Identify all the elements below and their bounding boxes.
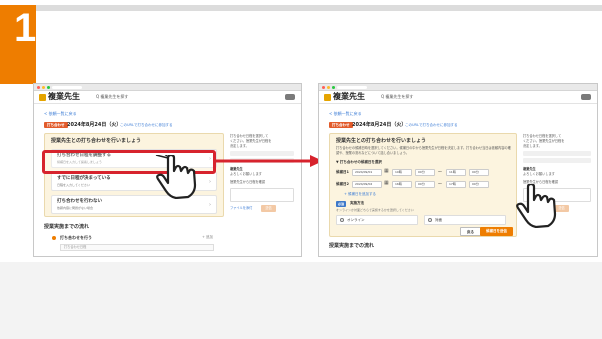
date-tag: 打ち合わせ: [44, 122, 68, 128]
date-text: 2024年8月24日（火）: [352, 122, 407, 128]
step-number: 1: [14, 6, 37, 50]
file-link[interactable]: ファイルを添付: [230, 206, 252, 210]
panel-description: 打ち合わせの候補日時を選択してください。候補日の中から授業先生が日程を決定します…: [336, 146, 511, 155]
radio-offline[interactable]: 対面: [424, 215, 506, 225]
hand-pointer-icon: [516, 184, 557, 228]
flow-section-title: 授業実施までの流れ: [44, 224, 90, 230]
confirm-checkbox[interactable]: 授業先生から日程を確認: [230, 180, 294, 185]
arrow-right-icon: [216, 155, 323, 167]
chevron-right-icon: ›: [209, 202, 211, 208]
calendar-icon[interactable]: ▦: [384, 169, 389, 174]
required-tag: 必須: [336, 201, 347, 207]
from-hour[interactable]: 10時: [392, 169, 412, 176]
join-link[interactable]: このURLで打ち合わせに参加する: [120, 123, 172, 128]
flow-dot: [52, 236, 56, 240]
to-hour[interactable]: 17時: [446, 181, 466, 188]
from-minute[interactable]: 00分: [415, 181, 435, 188]
flow-section-title: 授業実施までの流れ: [329, 243, 375, 249]
panel-title: 授業先生との打ち合わせを行いましょう: [51, 138, 141, 144]
sidebar: 打ち合わせ日程を選択して ください。授業先生が日程を 決定します。 複業先生 よ…: [230, 134, 294, 212]
car-icon[interactable]: [581, 94, 591, 100]
bottom-band: [0, 262, 602, 339]
method-label: 実施方法: [350, 201, 364, 205]
step-badge: 1: [0, 5, 36, 84]
radio-online[interactable]: オンライン: [336, 215, 418, 225]
flow-add-link[interactable]: + 追加: [202, 235, 213, 240]
date-input[interactable]: 2024/09/02: [352, 181, 382, 188]
nav-search-link[interactable]: Q 複業先生を探す: [96, 95, 128, 99]
back-link[interactable]: < 依頼一覧に戻る: [329, 112, 362, 116]
to-minute[interactable]: 00分: [469, 169, 489, 176]
logo-text[interactable]: 複業先生: [333, 93, 365, 101]
send-candidates-button[interactable]: 候補日を送信: [480, 227, 513, 236]
panel-title: 授業先生との打ち合わせを行いましょう: [336, 138, 426, 144]
car-icon[interactable]: [285, 94, 295, 100]
browser-chrome: [34, 84, 301, 91]
flow-item: 打ち合わせを行う: [60, 235, 92, 240]
logo-icon: [39, 94, 46, 101]
date-text: 2024年8月24日（火）: [67, 122, 122, 128]
to-hour[interactable]: 11時: [446, 169, 466, 176]
hand-pointer-icon: [155, 155, 197, 199]
send-button[interactable]: 送信: [261, 204, 276, 212]
join-link[interactable]: このURLで打ち合わせに参加する: [405, 123, 457, 128]
sender-message: よろしくお願いします: [523, 172, 555, 177]
right-screenshot: 複業先生 Q 複業先生を探す < 依頼一覧に戻る 打ち合わせ 2024年8月24…: [318, 83, 598, 257]
browser-chrome: [319, 84, 597, 91]
sender-message: よろしくお願いします: [230, 172, 262, 177]
flow-field[interactable]: 打ち合わせ日程: [60, 244, 214, 251]
back-button[interactable]: 戻る: [460, 227, 481, 236]
candidates-heading: ▼ 打ち合わせの候補日を選択: [336, 160, 382, 164]
calendar-icon[interactable]: ▦: [384, 181, 389, 186]
logo-text[interactable]: 複業先生: [48, 93, 80, 101]
candidate-label: 候補日1: [336, 170, 349, 174]
back-link[interactable]: < 依頼一覧に戻る: [44, 112, 77, 116]
to-minute[interactable]: 00分: [469, 181, 489, 188]
chat-input[interactable]: [230, 187, 294, 202]
from-minute[interactable]: 00分: [415, 169, 435, 176]
app-header: 複業先生 Q 複業先生を探す: [34, 91, 301, 104]
candidate-label: 候補日2: [336, 182, 349, 186]
add-candidate-link[interactable]: + 候補日を追加する: [344, 192, 376, 197]
top-rule: [0, 5, 602, 11]
app-header: 複業先生 Q 複業先生を探す: [319, 91, 597, 104]
logo-icon: [324, 94, 331, 101]
chevron-right-icon: ›: [209, 179, 211, 185]
date-input[interactable]: 2024/09/01: [352, 169, 382, 176]
nav-search-link[interactable]: Q 複業先生を探す: [381, 95, 413, 99]
date-tag: 打ち合わせ: [329, 122, 353, 128]
from-hour[interactable]: 16時: [392, 181, 412, 188]
method-note: オンラインか対面どちらで実施するかを選択してください: [336, 208, 414, 212]
meeting-panel: 授業先生との打ち合わせを行いましょう 打ち合わせの候補日時を選択してください。候…: [329, 133, 517, 237]
